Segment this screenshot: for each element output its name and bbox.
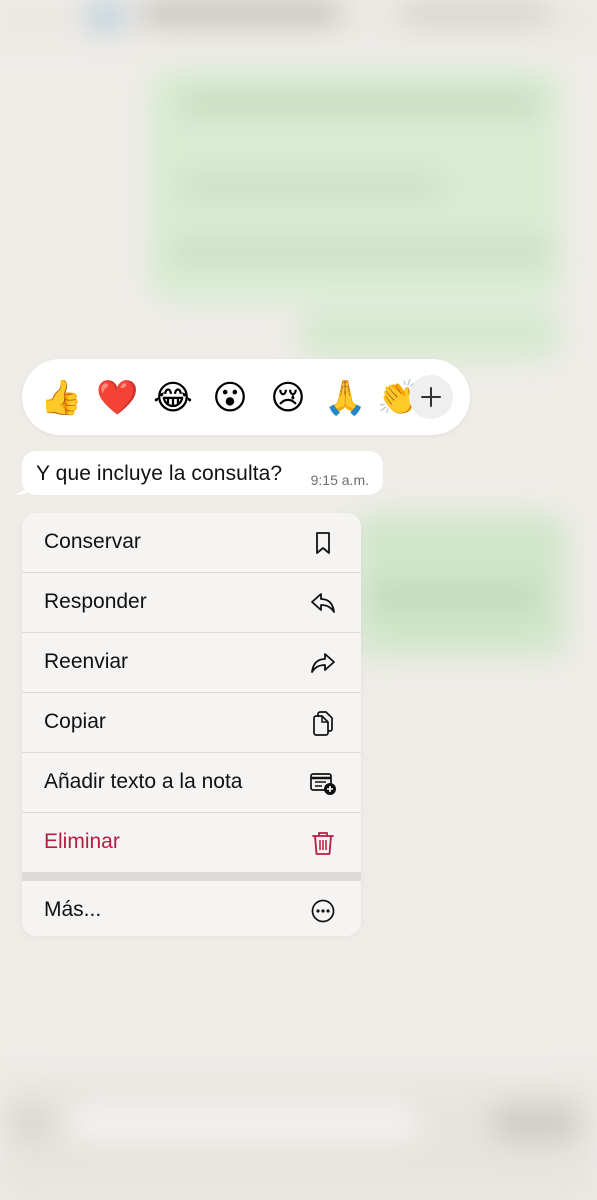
menu-item-responder[interactable]: Responder <box>22 573 361 633</box>
crying-face-reaction[interactable]: 😢 <box>268 378 308 418</box>
trash-icon <box>312 832 334 855</box>
menu-item-label: Añadir texto a la nota <box>44 770 243 793</box>
more-icon <box>311 899 335 923</box>
menu-item-label: Más... <box>44 898 102 921</box>
menu-item-eliminar[interactable]: Eliminar <box>22 813 361 872</box>
menu-item-label: Responder <box>44 590 147 613</box>
tears-of-joy-reaction[interactable]: 😂 <box>153 378 193 418</box>
menu-item-label: Copiar <box>44 710 106 733</box>
message-bubble[interactable]: Y que incluye la consulta? 9:15 a.m. <box>22 451 383 495</box>
reaction-bar: 👍 ❤️ 😂 😮 😢 🙏 👏 <box>22 359 470 435</box>
copy-icon <box>313 711 333 736</box>
message-timestamp: 9:15 a.m. <box>310 472 369 488</box>
plus-icon <box>421 387 441 407</box>
menu-item-label: Eliminar <box>44 830 120 853</box>
red-heart-reaction[interactable]: ❤️ <box>96 378 138 418</box>
message-text: Y que incluye la consulta? <box>36 462 283 485</box>
thumbs-up-reaction[interactable]: 👍 <box>40 378 82 418</box>
bookmark-icon <box>316 532 330 554</box>
surprised-face-reaction[interactable]: 😮 <box>210 378 250 418</box>
menu-item-copiar[interactable]: Copiar <box>22 693 361 753</box>
menu-item-label: Reenviar <box>44 650 129 673</box>
add-to-note-icon <box>310 773 336 795</box>
menu-separator <box>22 872 361 881</box>
menu-item-reenviar[interactable]: Reenviar <box>22 633 361 693</box>
menu-item-label: Conservar <box>44 530 141 553</box>
menu-item-add-to-note[interactable]: Añadir texto a la nota <box>22 753 361 813</box>
more-reactions-button[interactable] <box>409 375 453 419</box>
message-context-menu: Conservar Responder Reenviar Copiar Añad… <box>22 513 361 936</box>
menu-item-mas[interactable]: Más... <box>22 881 361 936</box>
folded-hands-reaction[interactable]: 🙏 <box>324 378 366 418</box>
menu-item-conservar[interactable]: Conservar <box>22 513 361 573</box>
reply-icon <box>311 593 335 613</box>
forward-icon <box>311 653 335 673</box>
